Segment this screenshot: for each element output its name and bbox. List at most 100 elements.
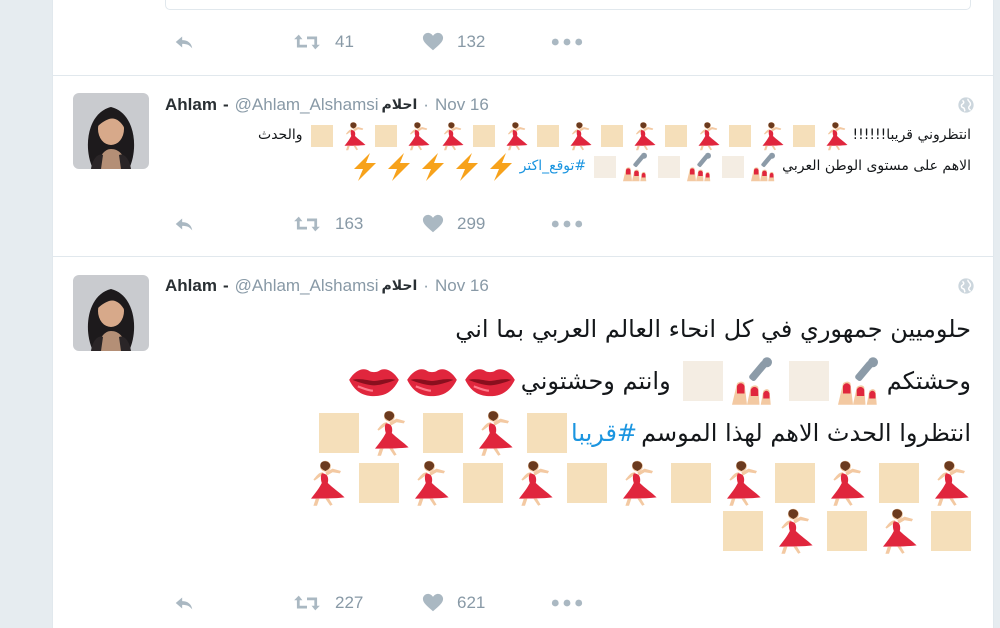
tweet-timestamp[interactable]: Nov 16	[435, 95, 489, 115]
square-icon	[319, 413, 360, 453]
tweet-line-3: انتظروا الحدث الاهم لهذا الموسم #قريبا	[171, 407, 971, 459]
like-button[interactable]: 299	[421, 213, 551, 235]
previous-tweet-media-card[interactable]	[165, 0, 971, 10]
header-dot: ·	[423, 95, 429, 114]
tweet-actions: 163 299	[171, 211, 583, 237]
nail-polish-icon	[833, 356, 883, 406]
square-icon	[682, 361, 723, 401]
square-icon	[600, 124, 623, 147]
tweet-line-5	[171, 507, 971, 555]
tweet-line-1: انتظروني قريبا!!!!!! والحدث	[191, 120, 971, 151]
tweet-text: انتظروني قريبا!!!!!! والحدث الاهم على مس…	[191, 120, 971, 182]
display-name[interactable]: Ahlam	[165, 276, 217, 296]
dancer-icon	[435, 121, 465, 151]
square-icon	[788, 361, 829, 401]
lightning-icon	[418, 152, 448, 182]
nail-polish-icon	[727, 356, 777, 406]
avatar[interactable]	[73, 93, 149, 169]
tweet-text: حلوميين جمهوري في كل انحاء العالم العربي…	[171, 303, 971, 555]
square-icon	[931, 511, 971, 551]
lightning-icon	[452, 152, 482, 182]
square-icon	[879, 463, 919, 503]
tweet-timestamp[interactable]: Nov 16	[435, 276, 489, 296]
more-icon	[551, 36, 583, 48]
more-icon	[551, 218, 583, 230]
dancer-icon	[507, 459, 555, 507]
square-icon	[472, 124, 495, 147]
like-count: 621	[457, 593, 486, 612]
header-dot: ·	[423, 276, 429, 295]
user-handle[interactable]: @Ahlam_Alshamsi	[235, 95, 379, 115]
dancer-icon	[363, 409, 411, 457]
square-icon	[567, 463, 607, 503]
avatar[interactable]	[73, 275, 149, 351]
retweet-button[interactable]: 227	[291, 592, 421, 614]
dancer-icon	[563, 121, 593, 151]
retweet-count: 227	[335, 593, 364, 612]
hashtag-link[interactable]: #توقع_اكتر	[520, 151, 587, 182]
nail-polish-icon	[620, 152, 650, 182]
square-icon	[594, 155, 617, 178]
reply-button[interactable]	[171, 213, 291, 235]
timeline-column: 41 132 Ahlam - @Ahlam_Alshamsi احلام · N…	[52, 0, 994, 628]
nail-polish-icon	[748, 152, 778, 182]
like-count: 132	[457, 32, 486, 51]
dancer-icon	[755, 121, 785, 151]
like-button[interactable]: 132	[421, 31, 551, 53]
tweet-text-segment: والحدث	[258, 127, 303, 143]
tweet-text-segment: حلوميين جمهوري في كل انحاء العالم العربي…	[455, 315, 971, 343]
tweet-line-4	[171, 459, 971, 507]
dancer-icon	[819, 121, 849, 151]
square-icon	[827, 511, 867, 551]
profile-photo	[73, 93, 149, 169]
dancer-icon	[715, 459, 763, 507]
reply-icon	[171, 31, 197, 53]
heart-icon	[421, 31, 445, 53]
more-button[interactable]	[551, 597, 583, 609]
square-icon	[775, 463, 815, 503]
retweet-button[interactable]: 41	[291, 31, 421, 53]
user-handle[interactable]: @Ahlam_Alshamsi	[235, 276, 379, 296]
tweet-actions: 227 621	[171, 590, 583, 616]
tweet-text-segment: وحشتكم	[886, 367, 971, 395]
square-icon	[527, 413, 568, 453]
square-icon	[374, 124, 397, 147]
dancer-icon	[691, 121, 721, 151]
reply-button[interactable]	[171, 31, 291, 53]
retweet-icon	[291, 592, 323, 614]
retweet-button[interactable]: 163	[291, 213, 421, 235]
dancer-icon	[627, 121, 657, 151]
retweet-count: 163	[335, 214, 364, 233]
dancer-icon	[299, 459, 347, 507]
lightning-icon	[384, 152, 414, 182]
tweet-header: Ahlam - @Ahlam_Alshamsi احلام · Nov 16	[165, 275, 489, 297]
tweet-divider	[53, 75, 993, 76]
tweet-text-segment: وانتم وحشتوني	[520, 367, 671, 395]
square-icon	[536, 124, 559, 147]
square-icon	[728, 124, 751, 147]
retweet-count: 41	[335, 32, 354, 51]
retweet-icon	[291, 213, 323, 235]
name-separator: -	[222, 276, 229, 295]
square-icon	[359, 463, 399, 503]
heart-icon	[421, 213, 445, 235]
tweet-text-segment: انتظروني قريبا!!!!!!	[852, 127, 971, 143]
display-name[interactable]: Ahlam	[165, 95, 217, 115]
lightning-icon	[350, 152, 380, 182]
dancer-icon	[819, 459, 867, 507]
square-icon	[463, 463, 503, 503]
arabic-display-name: احلام	[381, 278, 418, 294]
dancer-icon	[337, 121, 367, 151]
dancer-icon	[401, 121, 431, 151]
tweet-header: Ahlam - @Ahlam_Alshamsi احلام · Nov 16	[165, 94, 489, 116]
dancer-icon	[499, 121, 529, 151]
heart-icon	[421, 592, 445, 614]
more-button[interactable]	[551, 218, 583, 230]
tweet-text-segment: انتظروا الحدث الاهم لهذا الموسم	[641, 419, 971, 447]
reply-button[interactable]	[171, 592, 291, 614]
dancer-icon	[767, 507, 815, 555]
hashtag-link[interactable]: #قريبا	[571, 407, 637, 459]
more-button[interactable]	[551, 36, 583, 48]
square-icon	[722, 155, 745, 178]
like-button[interactable]: 621	[421, 592, 551, 614]
